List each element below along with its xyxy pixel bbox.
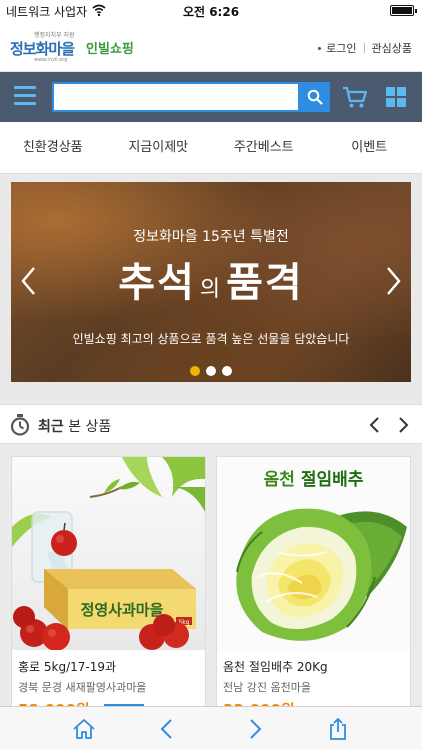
bullet-icon: [318, 46, 322, 50]
recent-title-bold: 최근: [38, 419, 64, 435]
recent-products: 정영사과마을 5kg 홍로 5kg/17-19과 경북 문경 새재팔영사과마을 …: [0, 444, 422, 712]
banner-description: 인빌쇼핑 최고의 상품으로 품격 높은 선물을 담았습니다: [72, 332, 350, 346]
apple-box-illustration: 정영사과마을 5kg: [12, 457, 205, 650]
product-name: 홍로 5kg/17-19과: [18, 660, 117, 674]
home-icon[interactable]: [72, 717, 96, 741]
banner-pagination: [11, 366, 411, 376]
category-weekly-best[interactable]: 주간베스트: [211, 122, 317, 173]
grid-icon: [397, 98, 406, 107]
search-icon: [307, 89, 323, 105]
product-image-cabbage: 옴천 절임배추: [217, 457, 410, 650]
pagination-dot[interactable]: [222, 366, 232, 376]
grid-menu-button[interactable]: [386, 87, 406, 107]
grid-icon: [386, 87, 395, 96]
recent-section-header: 최근 본 상품: [0, 404, 422, 444]
hamburger-icon: [14, 86, 36, 89]
chevron-left-icon[interactable]: [368, 417, 382, 433]
recent-section-title: 최근 본 상품: [38, 416, 111, 436]
forward-icon[interactable]: [242, 717, 266, 741]
pagination-dot[interactable]: [206, 366, 216, 376]
search-bar: [0, 72, 422, 122]
banner-title-part: 품격: [226, 260, 304, 306]
top-links: 로그인 관심상품: [318, 40, 412, 56]
product-name: 옴천 절임배추 20Kg: [223, 660, 328, 674]
banner-prev-icon[interactable]: [19, 266, 39, 296]
category-nav: 친환경상품 지금이제맛 주간베스트 이벤트: [0, 122, 422, 174]
site-header: 행정자치부 지원 정보화마을 www.invil.org 인빌쇼핑 로그인 관심…: [0, 22, 422, 72]
link-divider: [363, 43, 365, 53]
grid-icon: [386, 98, 395, 107]
cabbage-illustration: [236, 508, 407, 641]
hamburger-icon: [14, 102, 36, 105]
service-name[interactable]: 인빌쇼핑: [86, 38, 134, 57]
share-icon[interactable]: [326, 717, 350, 741]
banner-next-icon[interactable]: [383, 266, 403, 296]
status-time: 오전 6:26: [182, 5, 240, 19]
back-icon[interactable]: [156, 717, 180, 741]
search-input[interactable]: [52, 82, 300, 112]
banner-title-part: 추석: [118, 260, 196, 306]
recent-title-rest: 본 상품: [68, 419, 112, 435]
battery-icon: [390, 5, 417, 16]
banner-title: 추석 의 품격: [11, 250, 411, 308]
product-card[interactable]: 옴천 절임배추 옴천 절임배추 20Kg 전남 강진 옴천마을 33,000원: [216, 456, 411, 712]
grid-icon: [397, 87, 406, 96]
chevron-right-icon[interactable]: [396, 417, 410, 433]
category-eco[interactable]: 친환경상품: [0, 122, 106, 173]
cart-icon[interactable]: [342, 85, 368, 109]
product-card[interactable]: 정영사과마을 5kg 홍로 5kg/17-19과 경북 문경 새재팔영사과마을 …: [11, 456, 206, 712]
bottom-toolbar: [0, 706, 422, 750]
logo-text: 정보화마을: [10, 40, 75, 58]
menu-button[interactable]: [14, 86, 36, 106]
banner-title-part: 의: [199, 277, 223, 302]
product-image-apple-box: 정영사과마을 5kg: [12, 457, 205, 650]
wishlist-link[interactable]: 관심상품: [372, 40, 412, 56]
status-bar: 네트워크 사업자 오전 6:26: [0, 0, 422, 22]
hamburger-icon: [14, 94, 36, 97]
box-label-text: 정영사과마을: [81, 601, 164, 619]
product-origin: 경북 문경 새재팔영사과마을: [18, 681, 147, 694]
promo-banner[interactable]: 정보화마을 15주년 특별전 추석 의 품격 인빌쇼핑 최고의 상품으로 품격 높은…: [11, 182, 411, 382]
category-seasonal[interactable]: 지금이제맛: [106, 122, 212, 173]
search-button[interactable]: [300, 82, 330, 112]
product-origin: 전남 강진 옴천마을: [223, 681, 311, 694]
login-link[interactable]: 로그인: [326, 40, 356, 56]
pagination-dot[interactable]: [190, 366, 200, 376]
category-event[interactable]: 이벤트: [317, 122, 422, 173]
logo-url: www.invil.org: [34, 57, 68, 63]
site-logo[interactable]: 행정자치부 지원 정보화마을 www.invil.org: [10, 30, 80, 64]
clock-icon: [10, 414, 30, 436]
banner-subtitle: 정보화마을 15주년 특별전: [133, 229, 289, 245]
